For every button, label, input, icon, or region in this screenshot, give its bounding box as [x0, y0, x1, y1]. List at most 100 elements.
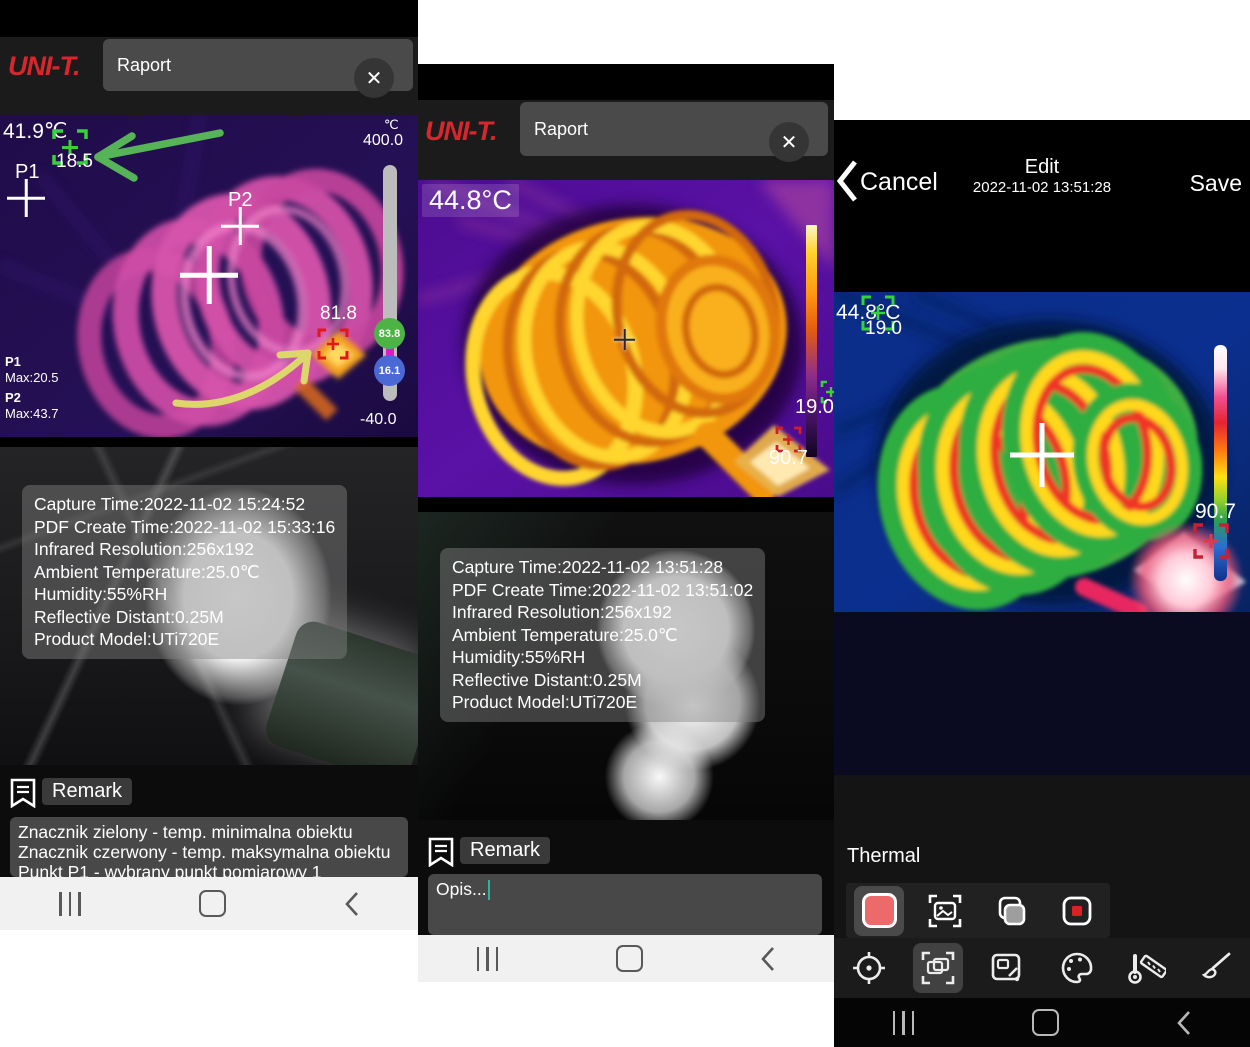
center-cross-marker: [180, 246, 238, 304]
hot-temp-value: 90.7: [769, 447, 808, 470]
range-high-value: 83.8: [379, 328, 400, 340]
uni-t-logo: UNI-T.: [8, 51, 79, 82]
range-high-knob[interactable]: 83.8: [374, 318, 405, 349]
p1-stat-value: Max:20.5: [5, 370, 58, 385]
edit-subtitle: 2022-11-02 13:51:28: [834, 179, 1250, 196]
report-header: UNI-T. Raport ✕: [418, 100, 834, 180]
uni-t-logo: UNI-T.: [425, 116, 496, 147]
divider: [418, 497, 834, 512]
tool-temperature-range-button[interactable]: [1121, 943, 1171, 993]
p2-cross-marker: [221, 207, 259, 245]
visible-photo: Capture Time:2022-11-02 15:24:52 PDF Cre…: [0, 447, 418, 765]
tool-image-edit-button[interactable]: [982, 943, 1032, 993]
palette-icon: [1059, 950, 1095, 986]
text-cursor: [488, 880, 490, 900]
remark-icon: [10, 778, 36, 808]
target-icon: [851, 950, 887, 986]
report-title-value: Raport: [117, 55, 171, 76]
annotation-arrow-green: [88, 123, 228, 185]
info-line: PDF Create Time:2022-11-02 15:33:16: [34, 516, 335, 539]
back-button[interactable]: [344, 891, 359, 917]
info-line: Reflective Distant:0.25M: [452, 669, 753, 692]
mode-section: Thermal: [834, 775, 1250, 938]
min-temp-value: 19.0: [795, 396, 834, 419]
save-button[interactable]: Save: [1190, 170, 1242, 197]
recents-button[interactable]: [893, 1011, 915, 1035]
recents-button[interactable]: [477, 947, 499, 971]
report-screen-1: UNI-T. Raport ✕: [0, 0, 418, 930]
center-cross-marker: [614, 329, 635, 350]
visible-photo: Capture Time:2022-11-02 13:51:28 PDF Cre…: [418, 512, 834, 820]
remark-section: Remark Znacznik zielony - temp. minimaln…: [0, 765, 418, 877]
status-bar-area: [0, 0, 418, 37]
remark-label: Remark: [42, 778, 132, 805]
fusion-icon: [994, 894, 1028, 928]
remark-placeholder: Opis...: [436, 879, 487, 899]
home-button[interactable]: [1032, 1009, 1059, 1036]
visible-image-icon: [928, 894, 962, 928]
tool-palette-button[interactable]: [1052, 943, 1102, 993]
p1-cross-marker: [7, 179, 45, 217]
temperature-colorbar: [806, 225, 817, 457]
android-navbar: [418, 935, 834, 982]
tool-measure-point-button[interactable]: [844, 943, 894, 993]
picture-in-picture-icon: [1060, 894, 1094, 928]
mode-pip-button[interactable]: [1052, 886, 1102, 936]
info-line: Product Model:UTi720E: [452, 691, 753, 714]
info-line: Ambient Temperature:25.0℃: [452, 624, 753, 647]
tool-annotate-brush-button[interactable]: [1190, 943, 1240, 993]
remark-label: Remark: [460, 837, 550, 864]
mode-visible-image-button[interactable]: [920, 886, 970, 936]
back-button[interactable]: [1176, 1010, 1191, 1036]
remark-text-input[interactable]: Opis...: [428, 874, 822, 935]
remark-section: Remark Opis...: [418, 820, 834, 935]
info-line: Humidity:55%RH: [452, 646, 753, 669]
tool-fusion-mode-button[interactable]: [913, 943, 963, 993]
min-temp-value: 19.0: [865, 318, 902, 340]
remark-text-input[interactable]: Znacznik zielony - temp. minimalna obiek…: [10, 817, 408, 877]
mode-thermal-only-button[interactable]: [854, 886, 904, 936]
info-line: Reflective Distant:0.25M: [34, 606, 335, 629]
info-line: PDF Create Time:2022-11-02 13:51:02: [452, 579, 753, 602]
back-button[interactable]: [760, 946, 775, 972]
spacer-navy: [834, 612, 1250, 775]
thermal-image-orange: 44.8°C 19.0 90.7: [418, 180, 834, 497]
status-bar-area: [418, 64, 834, 100]
info-line: Ambient Temperature:25.0℃: [34, 561, 335, 584]
mode-fusion-button[interactable]: [986, 886, 1036, 936]
thermal-only-icon: [862, 893, 897, 928]
remark-line: Znacznik czerwony - temp. maksymalna obi…: [18, 842, 400, 862]
info-line: Capture Time:2022-11-02 13:51:28: [452, 556, 753, 579]
close-glyph: ✕: [781, 130, 798, 155]
hot-temp-value: 81.8: [320, 303, 357, 325]
android-navbar: [0, 877, 418, 930]
range-low-knob[interactable]: 16.1: [374, 355, 405, 386]
home-button[interactable]: [199, 890, 226, 917]
capture-info-box: Capture Time:2022-11-02 15:24:52 PDF Cre…: [22, 485, 347, 659]
spot-temp-label: 44.8°C: [422, 184, 519, 217]
thermometer-ruler-icon: [1126, 950, 1166, 986]
close-glyph: ✕: [366, 66, 383, 91]
edit-title: Edit: [834, 156, 1250, 179]
thermal-image-iron: 41.9℃ 18.5 P1 P2 81.8: [0, 115, 418, 437]
close-icon[interactable]: ✕: [354, 58, 394, 98]
android-navbar: [834, 998, 1250, 1047]
recents-button[interactable]: [59, 892, 81, 916]
p2-stat-value: Max:43.7: [5, 406, 58, 421]
home-button[interactable]: [616, 945, 643, 972]
info-line: Product Model:UTi720E: [34, 628, 335, 651]
max-temp-marker-red: [317, 328, 349, 360]
close-icon[interactable]: ✕: [769, 122, 809, 162]
remark-line: Znacznik zielony - temp. minimalna obiek…: [18, 822, 400, 842]
capture-info-box: Capture Time:2022-11-02 13:51:28 PDF Cre…: [440, 548, 765, 722]
edit-header: Cancel Edit 2022-11-02 13:51:28 Save: [834, 120, 1250, 240]
range-low-value: 16.1: [379, 365, 400, 377]
image-edit-icon: [989, 950, 1025, 986]
edit-screen: Cancel Edit 2022-11-02 13:51:28 Save: [834, 120, 1250, 1047]
info-line: Humidity:55%RH: [34, 583, 335, 606]
report-screen-2: UNI-T. Raport ✕: [418, 64, 834, 982]
screenshot-canvas: UNI-T. Raport ✕: [0, 0, 1250, 1047]
max-temp-marker-red: [1192, 522, 1230, 560]
thermal-image-rainbow[interactable]: 44.8°C 19.0 90.7: [834, 292, 1250, 612]
report-title-value: Raport: [534, 119, 588, 140]
